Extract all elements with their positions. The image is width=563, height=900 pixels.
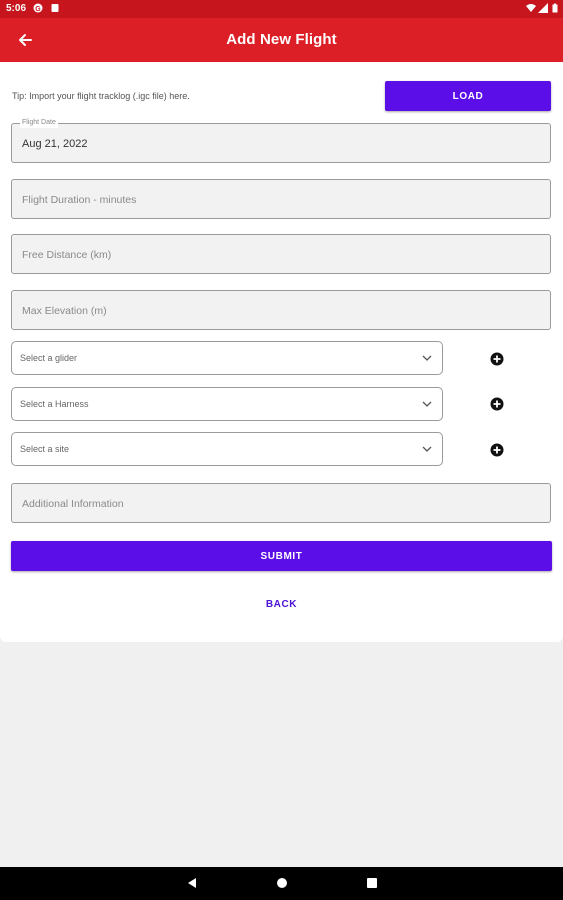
harness-select[interactable]: Select a Harness: [11, 387, 443, 421]
notification-card-icon: [51, 4, 59, 12]
add-glider-icon[interactable]: [490, 352, 504, 366]
additional-info-field[interactable]: Additional Information: [11, 483, 551, 523]
free-distance-field[interactable]: Free Distance (km): [11, 234, 551, 274]
max-elevation-placeholder: Max Elevation (m): [22, 305, 107, 317]
harness-select-text: Select a Harness: [20, 399, 89, 409]
glider-select[interactable]: Select a glider: [11, 341, 443, 375]
flight-date-field[interactable]: Flight Date Aug 21, 2022: [11, 118, 551, 163]
system-nav-bar: [0, 867, 563, 900]
page-title: Add New Flight: [226, 31, 337, 48]
notification-g-icon: G: [33, 3, 43, 13]
signal-icon: [538, 3, 548, 13]
flight-date-label: Flight Date: [20, 118, 58, 128]
load-button[interactable]: LOAD: [385, 81, 551, 111]
nav-home-icon[interactable]: [276, 877, 288, 889]
back-button[interactable]: BACK: [0, 599, 563, 610]
glider-select-text: Select a glider: [20, 353, 78, 363]
app-bar: Add New Flight: [0, 18, 563, 62]
nav-back-icon[interactable]: [186, 877, 198, 889]
site-select-text: Select a site: [20, 444, 70, 454]
chevron-down-icon: [422, 355, 432, 361]
submit-button[interactable]: SUBMIT: [11, 541, 552, 571]
add-site-icon[interactable]: [490, 443, 504, 457]
site-select[interactable]: Select a site: [11, 432, 443, 466]
chevron-down-icon: [422, 446, 432, 452]
status-time: 5:06: [6, 3, 27, 14]
status-bar: 5:06 G: [0, 0, 563, 18]
nav-recents-icon[interactable]: [366, 877, 378, 889]
chevron-down-icon: [422, 401, 432, 407]
add-harness-icon[interactable]: [490, 397, 504, 411]
max-elevation-field[interactable]: Max Elevation (m): [11, 290, 551, 330]
flight-date-value: Aug 21, 2022: [22, 138, 88, 150]
flight-duration-placeholder: Flight Duration - minutes: [22, 194, 137, 206]
wifi-icon: [526, 4, 536, 12]
battery-icon: [552, 3, 558, 13]
free-distance-placeholder: Free Distance (km): [22, 249, 112, 261]
flight-duration-field[interactable]: Flight Duration - minutes: [11, 179, 551, 219]
additional-info-placeholder: Additional Information: [22, 498, 124, 510]
import-tip: Tip: Import your flight tracklog (.igc f…: [12, 91, 190, 101]
svg-text:G: G: [35, 6, 41, 13]
